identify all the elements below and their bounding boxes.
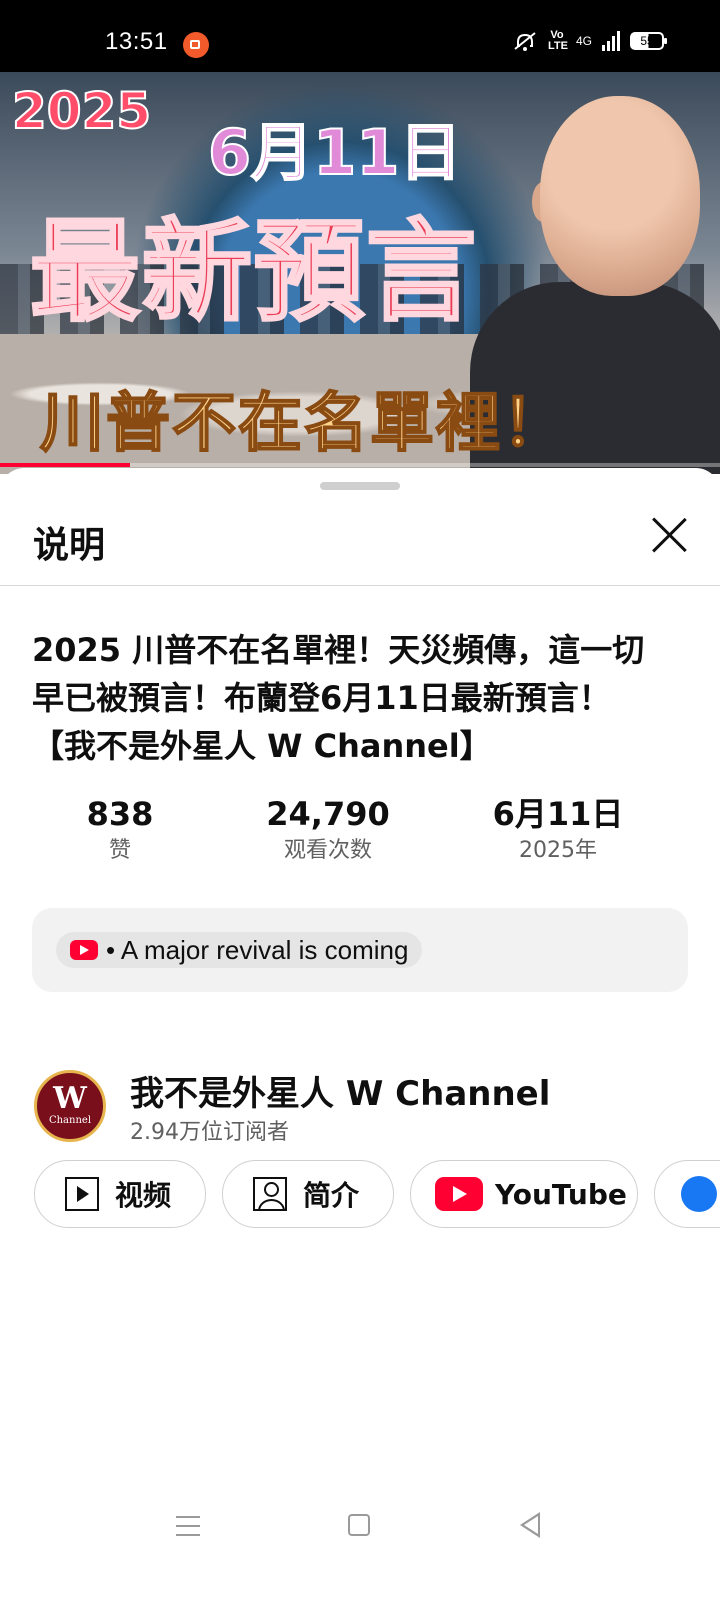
avatar-caption: Channel: [48, 1115, 92, 1126]
youtube-icon: [435, 1177, 483, 1211]
channel-avatar[interactable]: W Channel: [34, 1070, 106, 1142]
battery-icon: 55: [630, 32, 667, 50]
likes-label: 赞: [108, 838, 131, 863]
network-label: 4G: [575, 34, 592, 48]
back-icon[interactable]: [520, 1512, 540, 1538]
subscriber-count: 2.94万位订阅者: [130, 1120, 289, 1145]
screen-record-icon: [183, 32, 209, 58]
video-player[interactable]: 2025 6月11日 最新預言 川普不在名單裡！: [0, 72, 720, 474]
video-stats: 838 赞 24,790 观看次数 6月11日 2025年: [32, 794, 688, 874]
system-nav-bar: [0, 1490, 720, 1560]
music-chip-label: • A major revival is coming: [106, 934, 409, 965]
music-card: • A major revival is coming: [32, 908, 688, 992]
thumbnail-headline: 最新預言: [29, 208, 478, 336]
thumbnail-year: 2025: [11, 81, 152, 141]
signal-icon: [602, 31, 620, 51]
home-icon[interactable]: [348, 1514, 370, 1536]
recents-icon[interactable]: [176, 1516, 200, 1536]
status-bar: 13:51 Vo LTE 4G 55: [0, 0, 720, 72]
description-sheet: 说明 2025 川普不在名單裡！天災頻傳，這一切早已被預言！布蘭登6月11日最新…: [0, 468, 720, 1600]
volte-label: Vo LTE: [547, 29, 568, 52]
publish-year: 2025年: [519, 838, 597, 863]
videos-label: 视频: [115, 1179, 172, 1212]
date-stat: 6月11日 2025年: [478, 794, 638, 868]
facebook-icon: [681, 1176, 717, 1212]
video-progress-bar[interactable]: [0, 463, 720, 467]
about-button[interactable]: 简介: [222, 1160, 394, 1228]
channel-links: 视频 简介 YouTube: [34, 1160, 720, 1232]
views-count: 24,790: [266, 795, 390, 833]
close-icon[interactable]: [648, 514, 690, 556]
status-icons: Vo LTE 4G 55: [512, 29, 667, 52]
person-icon: [253, 1177, 287, 1211]
channel-name[interactable]: 我不是外星人 W Channel: [130, 1066, 550, 1115]
likes-count: 838: [86, 795, 154, 833]
views-stat: 24,790 观看次数: [250, 794, 406, 868]
video-icon: [65, 1177, 99, 1211]
avatar-letter: W: [53, 1081, 87, 1116]
drag-handle[interactable]: [320, 482, 400, 490]
youtube-link-label: YouTube: [495, 1177, 627, 1211]
views-label: 观看次数: [283, 838, 372, 863]
youtube-link-button[interactable]: YouTube: [410, 1160, 638, 1228]
about-label: 简介: [303, 1179, 360, 1212]
facebook-link-button[interactable]: [654, 1160, 720, 1228]
divider: [0, 585, 720, 586]
status-time: 13:51: [105, 28, 168, 55]
sheet-title: 说明: [33, 525, 106, 566]
publish-date: 6月11日: [492, 795, 624, 833]
thumbnail-date: 6月11日: [207, 115, 462, 190]
video-title: 2025 川普不在名單裡！天災頻傳，這一切早已被預言！布蘭登6月11日最新預言！…: [32, 631, 645, 765]
videos-button[interactable]: 视频: [34, 1160, 206, 1228]
video-progress-fill: [0, 463, 130, 467]
mute-icon: [514, 32, 536, 51]
likes-stat: 838 赞: [72, 794, 168, 868]
youtube-icon: [70, 940, 98, 960]
thumbnail-subtitle: 川普不在名單裡！: [39, 386, 568, 462]
music-chip[interactable]: • A major revival is coming: [56, 932, 423, 968]
thumbnail-person-head: [540, 96, 700, 296]
